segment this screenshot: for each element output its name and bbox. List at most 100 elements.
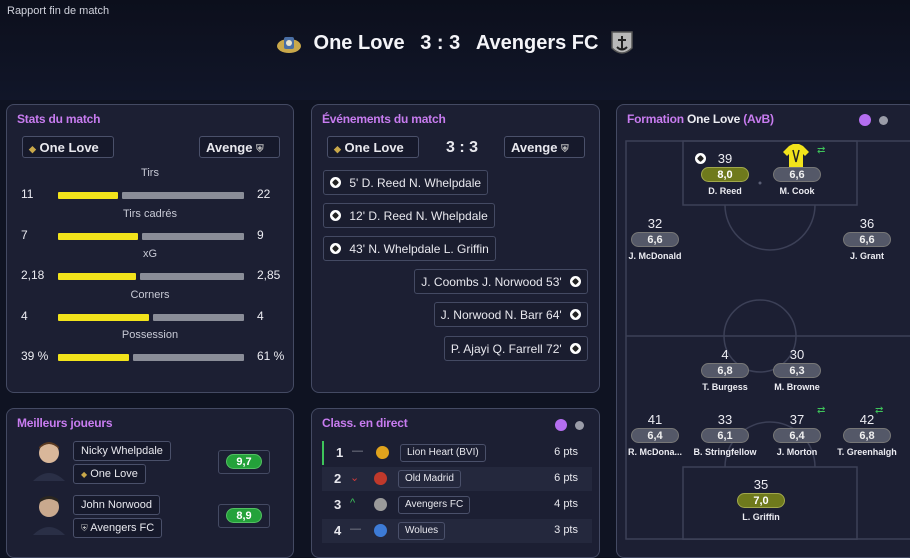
player-rating[interactable]: 6,3 (773, 363, 821, 378)
event-minute: 53' (546, 275, 562, 289)
player-rating[interactable]: 8,0 (701, 167, 749, 182)
player-team-pill: ◆ One Love (73, 464, 146, 484)
event-assist: J. Norwood (440, 308, 502, 322)
player-avatar (31, 439, 67, 481)
best-player-rating: 9,7 (226, 454, 262, 469)
player-rating[interactable]: 6,8 (701, 363, 749, 378)
player-number: 30 (789, 347, 805, 362)
player-number: 37 (789, 412, 805, 427)
avengers-crest-icon: ⛨ (561, 144, 569, 155)
best-player-team: Avengers FC (90, 522, 155, 534)
standing-position: 3 (334, 497, 342, 512)
stat-home-bar (58, 354, 129, 361)
player-name: T. Greenhalgh (837, 447, 897, 457)
formation-panel: Formation One Love (AvB) ⇄ ⇄ ⇄ 39 8,0 D. R… (616, 104, 910, 558)
home-team-name: One Love (313, 32, 405, 55)
away-team-pill: Avenge ⛨ (199, 136, 280, 158)
event-scorer: D. Reed (361, 176, 406, 190)
player-name: B. Stringfellow (693, 447, 757, 457)
player-name: R. McDona... (627, 447, 682, 457)
event-minute: 64' (546, 308, 562, 322)
substitution-icon: ⇄ (817, 405, 826, 416)
team-crest-icon (374, 472, 387, 485)
player-avatar (31, 493, 67, 535)
one-love-crest-icon (276, 37, 301, 53)
standing-team: Wolues (398, 522, 446, 540)
stat-label: Corners (130, 288, 170, 301)
team-crest-icon (376, 446, 389, 459)
one-love-crest-icon: ◆ (29, 144, 36, 154)
player-name: M. Browne (774, 382, 820, 392)
player-rating[interactable]: 6,4 (773, 428, 821, 443)
goal-event-away: J. Norwood N. Barr 64' (433, 302, 588, 327)
player-rating[interactable]: 6,6 (631, 232, 679, 247)
player-name: D. Reed (708, 186, 742, 196)
best-player-team: One Love (90, 468, 138, 480)
player-number: 41 (647, 412, 663, 427)
player-rating[interactable]: 6,6 (843, 232, 891, 247)
player-rating[interactable]: 6,8 (843, 428, 891, 443)
player-name: L. Griffin (742, 512, 780, 522)
goal-event-away: J. Coombs J. Norwood 53' (414, 269, 588, 294)
standing-points: 6 pts (554, 446, 578, 458)
goal-icon (570, 343, 581, 354)
standing-trend-icon: ^ (350, 497, 356, 509)
standings-row[interactable]: 1 — Lion Heart (BVI) 6 pts (322, 441, 592, 465)
event-assist: P. Ajayi (450, 342, 490, 356)
match-header: One Love 3 : 3 Avengers FC (0, 30, 910, 58)
standings-row[interactable]: 4 — Wolues 3 pts (322, 519, 592, 543)
player-number: 42 (859, 412, 875, 427)
stat-away-bar (153, 313, 244, 321)
stat-away-value: 2,85 (257, 268, 281, 282)
page-dot-inactive[interactable] (879, 116, 888, 125)
player-rating[interactable]: 6,4 (631, 428, 679, 443)
stat-label: Tirs cadrés (123, 207, 177, 220)
stat-home-bar (58, 232, 138, 240)
best-player-rating: 8,9 (226, 508, 262, 523)
standings-row[interactable]: 2 ⌄ Old Madrid 6 pts (322, 467, 592, 491)
player-number: 32 (647, 216, 663, 231)
stat-away-bar (133, 354, 244, 361)
player-rating[interactable]: 6,1 (701, 428, 749, 443)
event-minute: 43' (349, 242, 365, 256)
player-rating[interactable]: 7,0 (737, 493, 785, 508)
goal-icon (330, 210, 341, 221)
page-dot-active[interactable] (555, 419, 567, 431)
formation-label: Formation (627, 112, 684, 126)
player-name: J. Morton (776, 447, 818, 457)
page-dot-active[interactable] (859, 114, 871, 126)
player-number: 35 (753, 477, 769, 492)
team-crest-icon (374, 498, 387, 511)
player-name: T. Burgess (702, 382, 748, 392)
goal-event-home: 43' N. Whelpdale L. Griffin (323, 236, 496, 261)
stat-away-bar (142, 232, 244, 240)
player-name: M. Cook (779, 186, 815, 196)
event-assist: L. Griffin (443, 242, 489, 256)
event-assist: N. Whelpdale (409, 176, 482, 190)
avengers-crest-icon (611, 31, 633, 54)
goal-event-home: 5' D. Reed N. Whelpdale (323, 170, 489, 195)
event-scorer: N. Whelpdale (368, 242, 441, 256)
page-dot-inactive[interactable] (575, 421, 584, 430)
match-score: 3 : 3 (420, 32, 461, 55)
report-title: Rapport fin de match (7, 5, 110, 17)
stat-away-bar (140, 273, 244, 280)
stat-away-value: 61 % (257, 349, 285, 363)
goal-event-home: 12' D. Reed N. Whelpdale (323, 203, 495, 228)
stat-home-bar (58, 273, 136, 280)
player-team-pill: ⛨ Avengers FC (73, 518, 163, 538)
standing-points: 4 pts (554, 498, 578, 510)
stat-label: Possession (121, 329, 179, 341)
standing-points: 6 pts (554, 472, 578, 484)
standings-row[interactable]: 3 ^ Avengers FC 4 pts (322, 493, 592, 517)
one-love-crest-icon: ◆ (334, 144, 341, 154)
stat-away-value: 9 (257, 227, 264, 242)
best-player-name: John Norwood (81, 499, 152, 511)
match-events-panel: Événements du match ◆ One Love 3 : 3 Ave… (311, 104, 600, 393)
panel-title: Formation One Love (AvB) (627, 112, 774, 126)
standing-team: Avengers FC (398, 496, 471, 514)
home-team-pill: ◆ One Love (22, 136, 114, 158)
player-rating[interactable]: 6,6 (773, 167, 821, 182)
standing-team: Old Madrid (398, 470, 461, 488)
stat-home-bar (58, 192, 118, 199)
